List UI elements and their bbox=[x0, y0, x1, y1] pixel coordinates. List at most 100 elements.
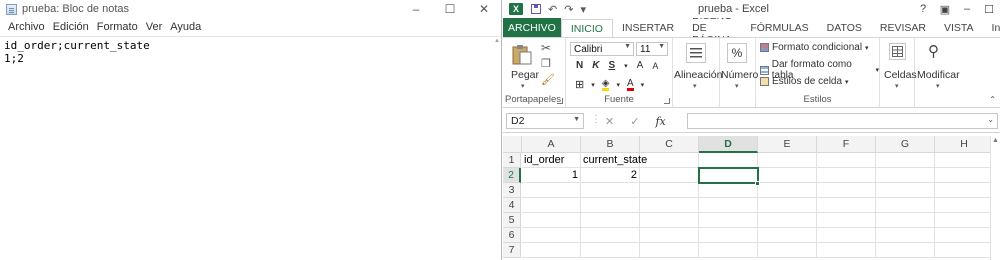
binoculars-icon[interactable]: ⚲ bbox=[928, 42, 939, 60]
number-dropdown-icon[interactable]: ▾ bbox=[735, 82, 739, 90]
row-header-3[interactable]: 3 bbox=[503, 183, 521, 198]
grid-cell[interactable] bbox=[522, 243, 581, 258]
shrink-font-button[interactable]: A bbox=[652, 61, 658, 71]
tab-inicio[interactable]: INICIO bbox=[560, 19, 613, 38]
grid-cell[interactable] bbox=[935, 213, 994, 228]
cells-button[interactable]: Celdas bbox=[884, 69, 917, 81]
grid-cell[interactable] bbox=[522, 198, 581, 213]
grid-cell[interactable] bbox=[581, 228, 640, 243]
grid-cell[interactable] bbox=[935, 198, 994, 213]
tab-datos[interactable]: DATOS bbox=[818, 18, 871, 37]
number-button[interactable]: Número bbox=[721, 69, 758, 81]
menu-edicion[interactable]: Edición bbox=[49, 21, 93, 33]
collapse-ribbon-icon[interactable]: ⌃ bbox=[989, 95, 996, 104]
grid-cell[interactable] bbox=[699, 228, 758, 243]
grid-cell[interactable] bbox=[699, 153, 758, 168]
cancel-icon[interactable]: ✕ bbox=[605, 115, 614, 128]
paste-button[interactable]: Pegar bbox=[511, 69, 539, 81]
grid-cell[interactable] bbox=[758, 228, 817, 243]
column-header-f[interactable]: F bbox=[817, 136, 876, 153]
italic-button[interactable]: K bbox=[592, 60, 599, 71]
tab-formulas[interactable]: FÓRMULAS bbox=[741, 18, 817, 37]
grid-cell[interactable] bbox=[640, 213, 699, 228]
format-painter-icon[interactable]: 🖌 bbox=[541, 73, 555, 86]
grid-cell[interactable] bbox=[640, 183, 699, 198]
font-name-combo[interactable]: Calibri ▼ bbox=[570, 42, 634, 56]
alignment-icon[interactable] bbox=[686, 43, 706, 63]
column-header-a[interactable]: A bbox=[522, 136, 581, 153]
grid-cell[interactable] bbox=[935, 228, 994, 243]
grid-cell[interactable] bbox=[876, 228, 935, 243]
enter-icon[interactable]: ✓ bbox=[630, 115, 639, 128]
font-launcher-icon[interactable] bbox=[664, 98, 670, 104]
percent-icon[interactable]: % bbox=[727, 43, 747, 63]
grid-cell[interactable] bbox=[817, 243, 876, 258]
grid-cell[interactable] bbox=[817, 228, 876, 243]
grid-cell[interactable] bbox=[581, 243, 640, 258]
cells-dropdown-icon[interactable]: ▾ bbox=[895, 82, 899, 90]
font-size-dropdown-icon[interactable]: ▼ bbox=[658, 43, 665, 50]
tab-diseno-de-pagina[interactable]: DISEÑO DE PÁGINA bbox=[683, 10, 741, 46]
name-box-dropdown-icon[interactable]: ▼ bbox=[573, 116, 580, 123]
grid-cell[interactable] bbox=[876, 213, 935, 228]
grid-cell[interactable] bbox=[758, 168, 817, 183]
grid-cell[interactable] bbox=[758, 198, 817, 213]
grid-cell[interactable] bbox=[699, 213, 758, 228]
group-celdas[interactable]: Celdas ▾ bbox=[880, 38, 917, 107]
grid-cell[interactable] bbox=[876, 243, 935, 258]
fill-handle[interactable] bbox=[755, 181, 760, 186]
menu-archivo[interactable]: Archivo bbox=[4, 21, 49, 33]
grid-cell[interactable] bbox=[522, 213, 581, 228]
grid-cell[interactable] bbox=[758, 213, 817, 228]
editing-dropdown-icon[interactable]: ▾ bbox=[936, 82, 940, 90]
row-header-1[interactable]: 1 bbox=[503, 153, 521, 168]
font-size-combo[interactable]: 11 ▼ bbox=[636, 42, 668, 56]
undo-icon[interactable]: ↶ bbox=[548, 3, 557, 16]
cell-b2[interactable]: 2 bbox=[581, 168, 640, 183]
grid-cell[interactable] bbox=[522, 228, 581, 243]
grid-cell[interactable] bbox=[699, 183, 758, 198]
ribbon-display-icon[interactable]: ▣ bbox=[934, 3, 956, 16]
maximize-button[interactable]: ☐ bbox=[978, 3, 1000, 16]
paste-icon[interactable] bbox=[510, 44, 534, 66]
column-header-g[interactable]: G bbox=[876, 136, 935, 153]
notepad-scroll-up-icon[interactable] bbox=[493, 36, 501, 52]
column-header-b[interactable]: B bbox=[581, 136, 640, 153]
grid-cell[interactable] bbox=[581, 183, 640, 198]
minimize-button[interactable]: – bbox=[956, 3, 978, 15]
select-all-corner[interactable] bbox=[503, 136, 522, 153]
grid-cell[interactable] bbox=[817, 183, 876, 198]
grid-cell[interactable] bbox=[581, 198, 640, 213]
grid-cell[interactable] bbox=[935, 153, 994, 168]
grid-cell[interactable] bbox=[758, 243, 817, 258]
grid-cell[interactable] bbox=[640, 168, 699, 183]
grid-cell[interactable] bbox=[876, 168, 935, 183]
font-color-dropdown-icon[interactable]: ▾ bbox=[641, 81, 645, 89]
tab-vista[interactable]: VISTA bbox=[935, 18, 983, 37]
row-header-4[interactable]: 4 bbox=[503, 198, 521, 213]
grid-cell[interactable] bbox=[699, 243, 758, 258]
notepad-text-area[interactable]: id_order;current_state 1;2 bbox=[0, 36, 501, 260]
grid-cell[interactable] bbox=[876, 198, 935, 213]
column-header-e[interactable]: E bbox=[758, 136, 817, 153]
fill-dropdown-icon[interactable]: ▾ bbox=[616, 81, 620, 89]
cell-styles-item[interactable]: Estilos de celda ▾ bbox=[760, 76, 849, 87]
column-header-c[interactable]: C bbox=[640, 136, 699, 153]
expand-formula-icon[interactable]: ⌄ bbox=[987, 115, 994, 124]
menu-ver[interactable]: Ver bbox=[142, 21, 167, 33]
cell-b1[interactable]: current_state bbox=[581, 153, 647, 168]
insert-function-button[interactable]: fx bbox=[655, 115, 665, 128]
tab-inicia[interactable]: Inicia bbox=[983, 18, 1000, 37]
copy-icon[interactable]: ❐ bbox=[541, 57, 551, 70]
grid-cell[interactable] bbox=[758, 153, 817, 168]
cells-icon[interactable] bbox=[889, 43, 906, 60]
cell-a1[interactable]: id_order bbox=[522, 153, 581, 168]
grid-cell[interactable] bbox=[876, 153, 935, 168]
customize-qat-icon[interactable]: ▾ bbox=[580, 3, 586, 16]
clipboard-launcher-icon[interactable] bbox=[557, 98, 563, 104]
grid-cell[interactable] bbox=[935, 168, 994, 183]
grid-cell[interactable] bbox=[699, 198, 758, 213]
row-header-6[interactable]: 6 bbox=[503, 228, 521, 243]
grid-cell[interactable] bbox=[876, 183, 935, 198]
bold-button[interactable]: N bbox=[576, 60, 583, 71]
